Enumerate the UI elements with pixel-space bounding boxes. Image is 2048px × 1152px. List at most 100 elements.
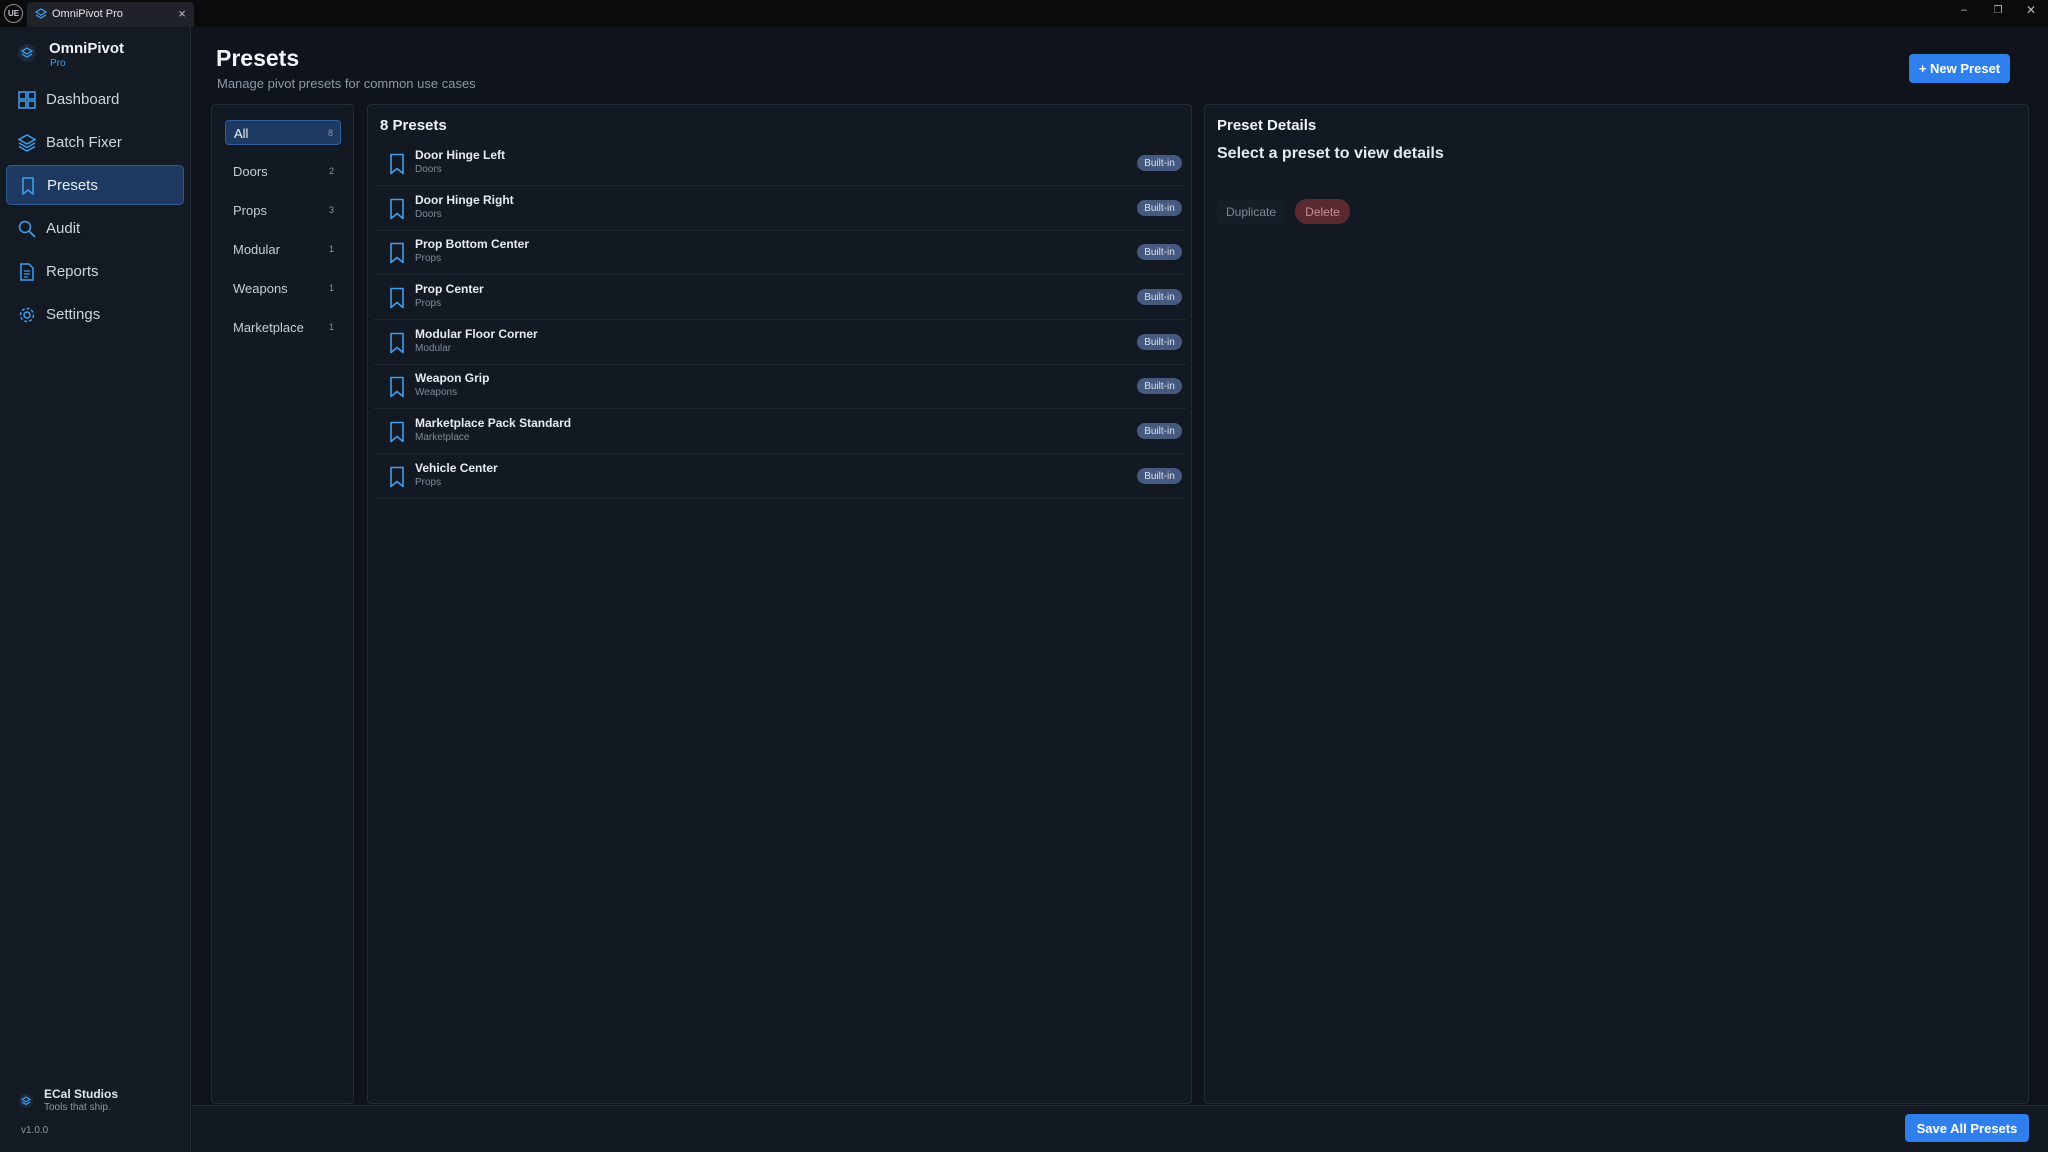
preset-details-panel: Preset Details Select a preset to view d… bbox=[1204, 104, 2029, 1104]
sidebar-item-audit[interactable]: Audit bbox=[6, 209, 184, 249]
page-subtitle: Manage pivot presets for common use case… bbox=[217, 76, 476, 91]
preset-name: Door Hinge Left bbox=[415, 148, 505, 162]
built-in-badge: Built-in bbox=[1137, 423, 1182, 439]
built-in-badge: Built-in bbox=[1137, 244, 1182, 260]
preset-list-panel: 8 Presets Door Hinge Left Doors Built-in… bbox=[367, 104, 1192, 1104]
bookmark-icon bbox=[390, 242, 404, 264]
preset-row-prop-center[interactable]: Prop Center Props Built-in bbox=[373, 276, 1187, 320]
studio-tagline: Tools that ship. bbox=[44, 1102, 111, 1113]
bookmark-icon bbox=[390, 153, 404, 175]
bookmark-icon bbox=[390, 376, 404, 398]
category-filter-marketplace[interactable]: Marketplace 1 bbox=[225, 315, 341, 340]
sidebar-item-label: Reports bbox=[46, 263, 99, 280]
report-document-icon bbox=[20, 263, 34, 281]
brand-edition: Pro bbox=[50, 58, 66, 69]
category-filter-props[interactable]: Props 3 bbox=[225, 198, 341, 223]
built-in-badge: Built-in bbox=[1137, 155, 1182, 171]
bookmark-icon bbox=[390, 198, 404, 220]
preset-name: Modular Floor Corner bbox=[415, 327, 538, 341]
category-count: 8 bbox=[327, 128, 333, 138]
category-count: 1 bbox=[328, 322, 334, 332]
preset-category: Props bbox=[415, 298, 442, 309]
search-icon bbox=[18, 220, 36, 238]
preset-row-marketplace-pack-standard[interactable]: Marketplace Pack Standard Marketplace Bu… bbox=[373, 410, 1187, 454]
built-in-badge: Built-in bbox=[1137, 200, 1182, 216]
bookmark-icon bbox=[22, 177, 34, 195]
preset-name: Prop Bottom Center bbox=[415, 237, 529, 251]
version-label: v1.0.0 bbox=[21, 1125, 49, 1136]
tab-close-icon[interactable]: × bbox=[175, 6, 189, 21]
preset-row-vehicle-center[interactable]: Vehicle Center Props Built-in bbox=[373, 455, 1187, 499]
sidebar-item-settings[interactable]: Settings bbox=[6, 295, 184, 335]
preset-row-weapon-grip[interactable]: Weapon Grip Weapons Built-in bbox=[373, 365, 1187, 409]
tab-label: OmniPivot Pro bbox=[52, 8, 123, 20]
preset-category: Doors bbox=[415, 209, 442, 220]
preset-row-door-hinge-left[interactable]: Door Hinge Left Doors Built-in bbox=[373, 142, 1187, 186]
built-in-badge: Built-in bbox=[1137, 468, 1182, 484]
sidebar-item-reports[interactable]: Reports bbox=[6, 252, 184, 292]
restore-button[interactable]: ❐ bbox=[1981, 0, 2015, 20]
minimize-button[interactable]: – bbox=[1947, 0, 1981, 20]
preset-category: Doors bbox=[415, 164, 442, 175]
dashboard-grid-icon bbox=[18, 91, 36, 109]
category-label: All bbox=[234, 126, 249, 141]
category-filter-all[interactable]: All 8 bbox=[225, 120, 341, 145]
sidebar-item-label: Audit bbox=[46, 220, 81, 237]
preset-category: Props bbox=[415, 253, 442, 264]
bookmark-icon bbox=[390, 466, 404, 488]
preset-name: Marketplace Pack Standard bbox=[415, 416, 572, 430]
new-preset-button[interactable]: + New Preset bbox=[1909, 54, 2010, 83]
sidebar-item-label: Presets bbox=[47, 177, 98, 194]
sidebar-item-label: Dashboard bbox=[46, 91, 120, 108]
category-label: Props bbox=[233, 203, 267, 218]
built-in-badge: Built-in bbox=[1137, 378, 1182, 394]
details-empty-message: Select a preset to view details bbox=[1217, 145, 1444, 162]
brand-name: OmniPivot bbox=[49, 40, 125, 57]
category-count: 2 bbox=[328, 166, 334, 176]
category-count: 1 bbox=[328, 283, 334, 293]
category-filter-weapons[interactable]: Weapons 1 bbox=[225, 276, 341, 301]
duplicate-button[interactable]: Duplicate bbox=[1217, 199, 1285, 224]
omnipivot-logo-icon bbox=[18, 44, 36, 62]
category-count: 3 bbox=[328, 205, 334, 215]
preset-name: Prop Center bbox=[415, 282, 484, 296]
preset-category: Weapons bbox=[415, 387, 458, 398]
preset-name: Weapon Grip bbox=[415, 371, 490, 385]
close-window-button[interactable]: ✕ bbox=[2014, 0, 2048, 20]
preset-name: Door Hinge Right bbox=[415, 193, 514, 207]
sidebar: OmniPivot Pro Dashboard Batch Fixer Pres… bbox=[0, 27, 191, 1152]
preset-row-door-hinge-right[interactable]: Door Hinge Right Doors Built-in bbox=[373, 187, 1187, 231]
gear-icon bbox=[19, 307, 35, 323]
sidebar-item-dashboard[interactable]: Dashboard bbox=[6, 80, 184, 120]
category-label: Modular bbox=[233, 242, 280, 257]
preset-category: Modular bbox=[415, 343, 452, 354]
category-filter-modular[interactable]: Modular 1 bbox=[225, 237, 341, 262]
unreal-engine-logo-icon: UE bbox=[4, 4, 23, 23]
preset-category: Props bbox=[415, 477, 442, 488]
layers-icon bbox=[17, 134, 37, 152]
sidebar-item-presets[interactable]: Presets bbox=[6, 165, 184, 205]
preset-category: Marketplace bbox=[415, 432, 470, 443]
details-title: Preset Details bbox=[1217, 117, 1317, 134]
category-filter-doors[interactable]: Doors 2 bbox=[225, 159, 341, 184]
window-titlebar: UE OmniPivot Pro × – ❐ ✕ bbox=[0, 0, 2048, 27]
category-count: 1 bbox=[328, 244, 334, 254]
bookmark-icon bbox=[390, 421, 404, 443]
preset-row-modular-floor-corner[interactable]: Modular Floor Corner Modular Built-in bbox=[373, 321, 1187, 365]
omnipivot-tab-icon bbox=[35, 8, 47, 19]
category-filter-panel: All 8 Doors 2 Props 3 Modular 1 Weapons … bbox=[211, 104, 354, 1104]
category-label: Marketplace bbox=[233, 320, 304, 335]
studio-logo-icon bbox=[19, 1094, 33, 1108]
studio-name: ECal Studios bbox=[44, 1087, 119, 1101]
editor-tab-omnipivot[interactable]: OmniPivot Pro × bbox=[27, 2, 194, 27]
footer-bar bbox=[192, 1105, 2048, 1152]
sidebar-item-batch-fixer[interactable]: Batch Fixer bbox=[6, 123, 184, 163]
category-label: Weapons bbox=[233, 281, 288, 296]
save-all-presets-button[interactable]: Save All Presets bbox=[1905, 1114, 2029, 1142]
preset-row-prop-bottom-center[interactable]: Prop Bottom Center Props Built-in bbox=[373, 231, 1187, 275]
category-label: Doors bbox=[233, 164, 268, 179]
preset-count-title: 8 Presets bbox=[380, 117, 447, 134]
built-in-badge: Built-in bbox=[1137, 289, 1182, 305]
delete-button[interactable]: Delete bbox=[1295, 199, 1350, 224]
built-in-badge: Built-in bbox=[1137, 334, 1182, 350]
